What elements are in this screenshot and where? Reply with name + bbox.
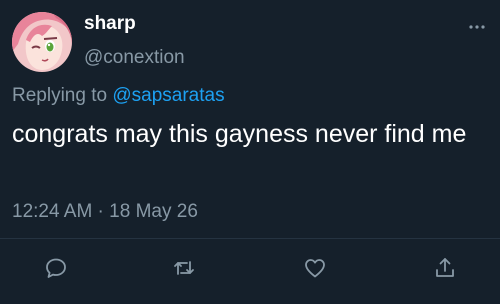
reply-mention-link[interactable]: @sapsaratas xyxy=(112,85,224,106)
tweet-text: congrats may this gayness never find me xyxy=(12,120,467,148)
display-name[interactable]: sharp xyxy=(84,12,136,36)
more-horizontal-icon[interactable] xyxy=(468,18,486,36)
user-handle[interactable]: @conextion xyxy=(84,46,185,70)
heart-icon[interactable] xyxy=(303,256,327,280)
tweet-timestamp[interactable]: 12:24 AM · 18 May 26 xyxy=(12,200,198,224)
tweet-card: sharp @conextion Replying to @sapsaratas… xyxy=(0,0,500,304)
replying-to-label: Replying to xyxy=(12,85,108,106)
avatar-image xyxy=(12,12,72,72)
reply-icon[interactable] xyxy=(44,256,68,280)
replying-to: Replying to @sapsaratas xyxy=(12,84,225,108)
avatar[interactable] xyxy=(12,12,72,72)
share-icon[interactable] xyxy=(433,256,457,280)
retweet-icon[interactable] xyxy=(172,256,196,280)
divider xyxy=(0,238,500,239)
